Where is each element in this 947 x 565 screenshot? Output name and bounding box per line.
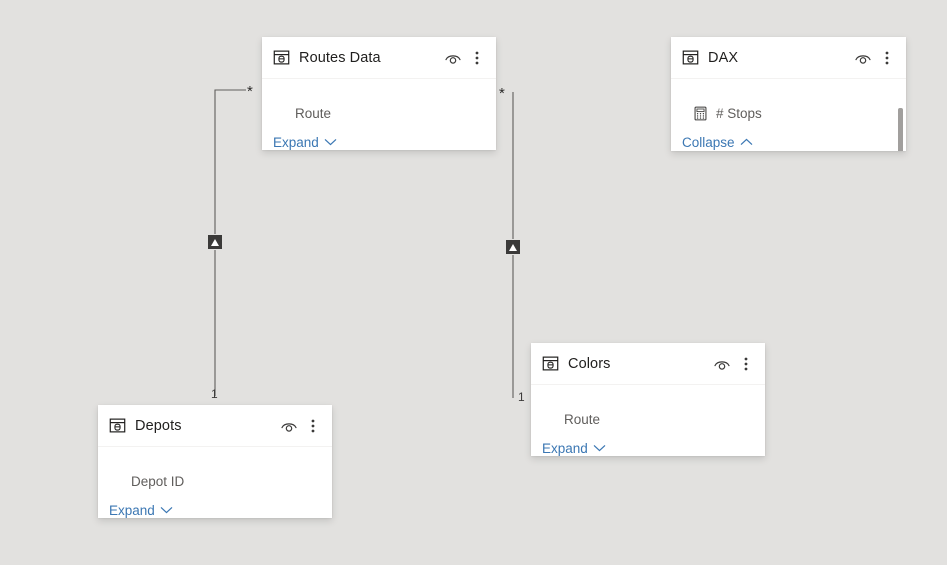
field-row[interactable]: # Stops bbox=[671, 100, 906, 126]
eye-icon-glyph bbox=[714, 360, 730, 370]
expand-toggle-label: Expand bbox=[109, 502, 155, 518]
table-icon bbox=[273, 50, 290, 65]
table-icon bbox=[109, 418, 126, 433]
arrow-glyph bbox=[509, 243, 517, 251]
expand-toggle-routes-data[interactable]: Expand bbox=[262, 131, 337, 150]
vertical-scrollbar[interactable] bbox=[898, 108, 903, 151]
table-card-header[interactable]: Colors bbox=[531, 343, 765, 385]
table-icon bbox=[682, 50, 699, 65]
chevron-down-icon bbox=[324, 138, 337, 146]
table-card-routes-data[interactable]: Routes Data Route Expand bbox=[262, 37, 496, 150]
field-name: Route bbox=[295, 105, 332, 121]
chevron-down-icon bbox=[160, 506, 173, 514]
table-card-body: # Stops Collapse bbox=[671, 100, 906, 151]
table-card-header[interactable]: Depots bbox=[98, 405, 332, 447]
field-name: Route bbox=[564, 411, 601, 427]
filter-arrow-up-icon-routes-depots[interactable] bbox=[208, 235, 222, 249]
eye-icon[interactable] bbox=[711, 353, 733, 375]
more-vertical-icon-glyph bbox=[885, 51, 889, 64]
field-name: # Stops bbox=[716, 105, 762, 121]
cardinality-one-routes-depots: 1 bbox=[211, 387, 218, 401]
table-card-body: Route Expand bbox=[262, 100, 496, 150]
expand-toggle-depots[interactable]: Expand bbox=[98, 499, 173, 518]
chevron-down-icon bbox=[593, 444, 606, 452]
model-diagram-canvas[interactable]: * * 1 1 Routes Data Route Expand DAX # S… bbox=[0, 0, 947, 565]
eye-icon[interactable] bbox=[852, 47, 874, 69]
table-card-actions[interactable] bbox=[442, 47, 488, 69]
eye-icon-glyph bbox=[281, 422, 297, 432]
more-vertical-icon[interactable] bbox=[735, 353, 757, 375]
field-name: Depot ID bbox=[131, 473, 185, 489]
field-row[interactable]: Route bbox=[262, 100, 496, 126]
table-card-dax[interactable]: DAX # Stops Collapse bbox=[671, 37, 906, 151]
eye-icon-glyph bbox=[855, 54, 871, 64]
table-card-actions[interactable] bbox=[711, 353, 757, 375]
table-card-title: DAX bbox=[708, 49, 739, 66]
cardinality-many-routes-depots: * bbox=[247, 83, 253, 100]
table-card-actions[interactable] bbox=[278, 415, 324, 437]
collapse-toggle-label: Collapse bbox=[682, 134, 735, 150]
table-card-depots[interactable]: Depots Depot ID Expand bbox=[98, 405, 332, 518]
expand-toggle-colors[interactable]: Expand bbox=[531, 437, 606, 456]
eye-icon[interactable] bbox=[278, 415, 300, 437]
table-icon bbox=[542, 356, 559, 371]
eye-icon-glyph bbox=[445, 54, 461, 64]
cardinality-many-colors-dax: * bbox=[499, 85, 505, 102]
more-vertical-icon[interactable] bbox=[302, 415, 324, 437]
table-card-title: Colors bbox=[568, 355, 611, 372]
table-card-actions[interactable] bbox=[852, 47, 898, 69]
table-card-colors[interactable]: Colors Route Expand bbox=[531, 343, 765, 456]
field-row[interactable]: Depot ID bbox=[98, 468, 332, 494]
cardinality-one-colors-dax: 1 bbox=[518, 390, 525, 404]
expand-toggle-label: Expand bbox=[273, 134, 319, 150]
chevron-up-icon bbox=[740, 138, 752, 146]
table-card-body: Route Expand bbox=[531, 406, 765, 456]
table-card-header[interactable]: Routes Data bbox=[262, 37, 496, 79]
more-vertical-icon[interactable] bbox=[876, 47, 898, 69]
expand-toggle-label: Expand bbox=[542, 440, 588, 456]
more-vertical-icon-glyph bbox=[475, 51, 479, 64]
arrow-glyph bbox=[211, 238, 219, 246]
table-card-title: Depots bbox=[135, 417, 182, 434]
table-card-header[interactable]: DAX bbox=[671, 37, 906, 79]
eye-icon[interactable] bbox=[442, 47, 464, 69]
table-card-title: Routes Data bbox=[299, 49, 381, 66]
more-vertical-icon-glyph bbox=[311, 419, 315, 432]
more-vertical-icon[interactable] bbox=[466, 47, 488, 69]
collapse-toggle-dax[interactable]: Collapse bbox=[671, 131, 753, 151]
calculator-icon bbox=[694, 106, 707, 120]
filter-arrow-up-icon-colors-dax[interactable] bbox=[506, 240, 520, 254]
field-row[interactable]: Route bbox=[531, 406, 765, 432]
more-vertical-icon-glyph bbox=[744, 357, 748, 370]
table-card-body: Depot ID Expand bbox=[98, 468, 332, 518]
